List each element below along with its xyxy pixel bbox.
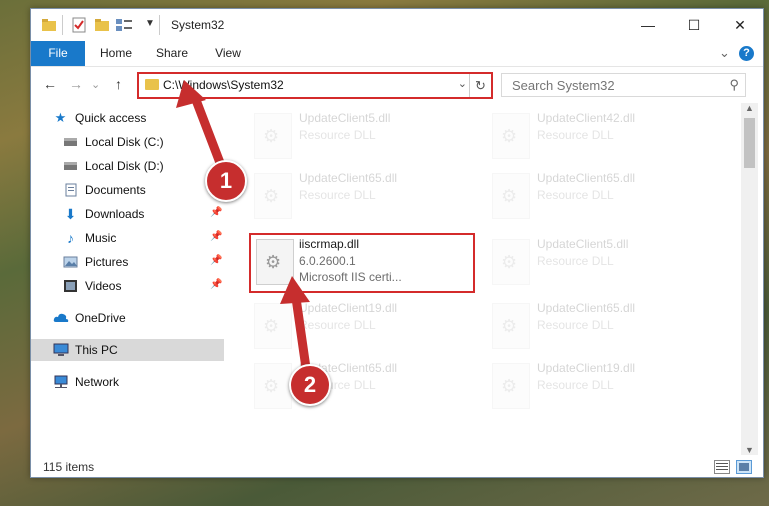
annotation-overlay — [176, 80, 311, 373]
step-2-callout: 2 — [289, 364, 331, 406]
arrow-annotation-1 — [176, 80, 227, 173]
arrow-annotation-2 — [280, 276, 311, 373]
step-1-callout: 1 — [205, 160, 247, 202]
